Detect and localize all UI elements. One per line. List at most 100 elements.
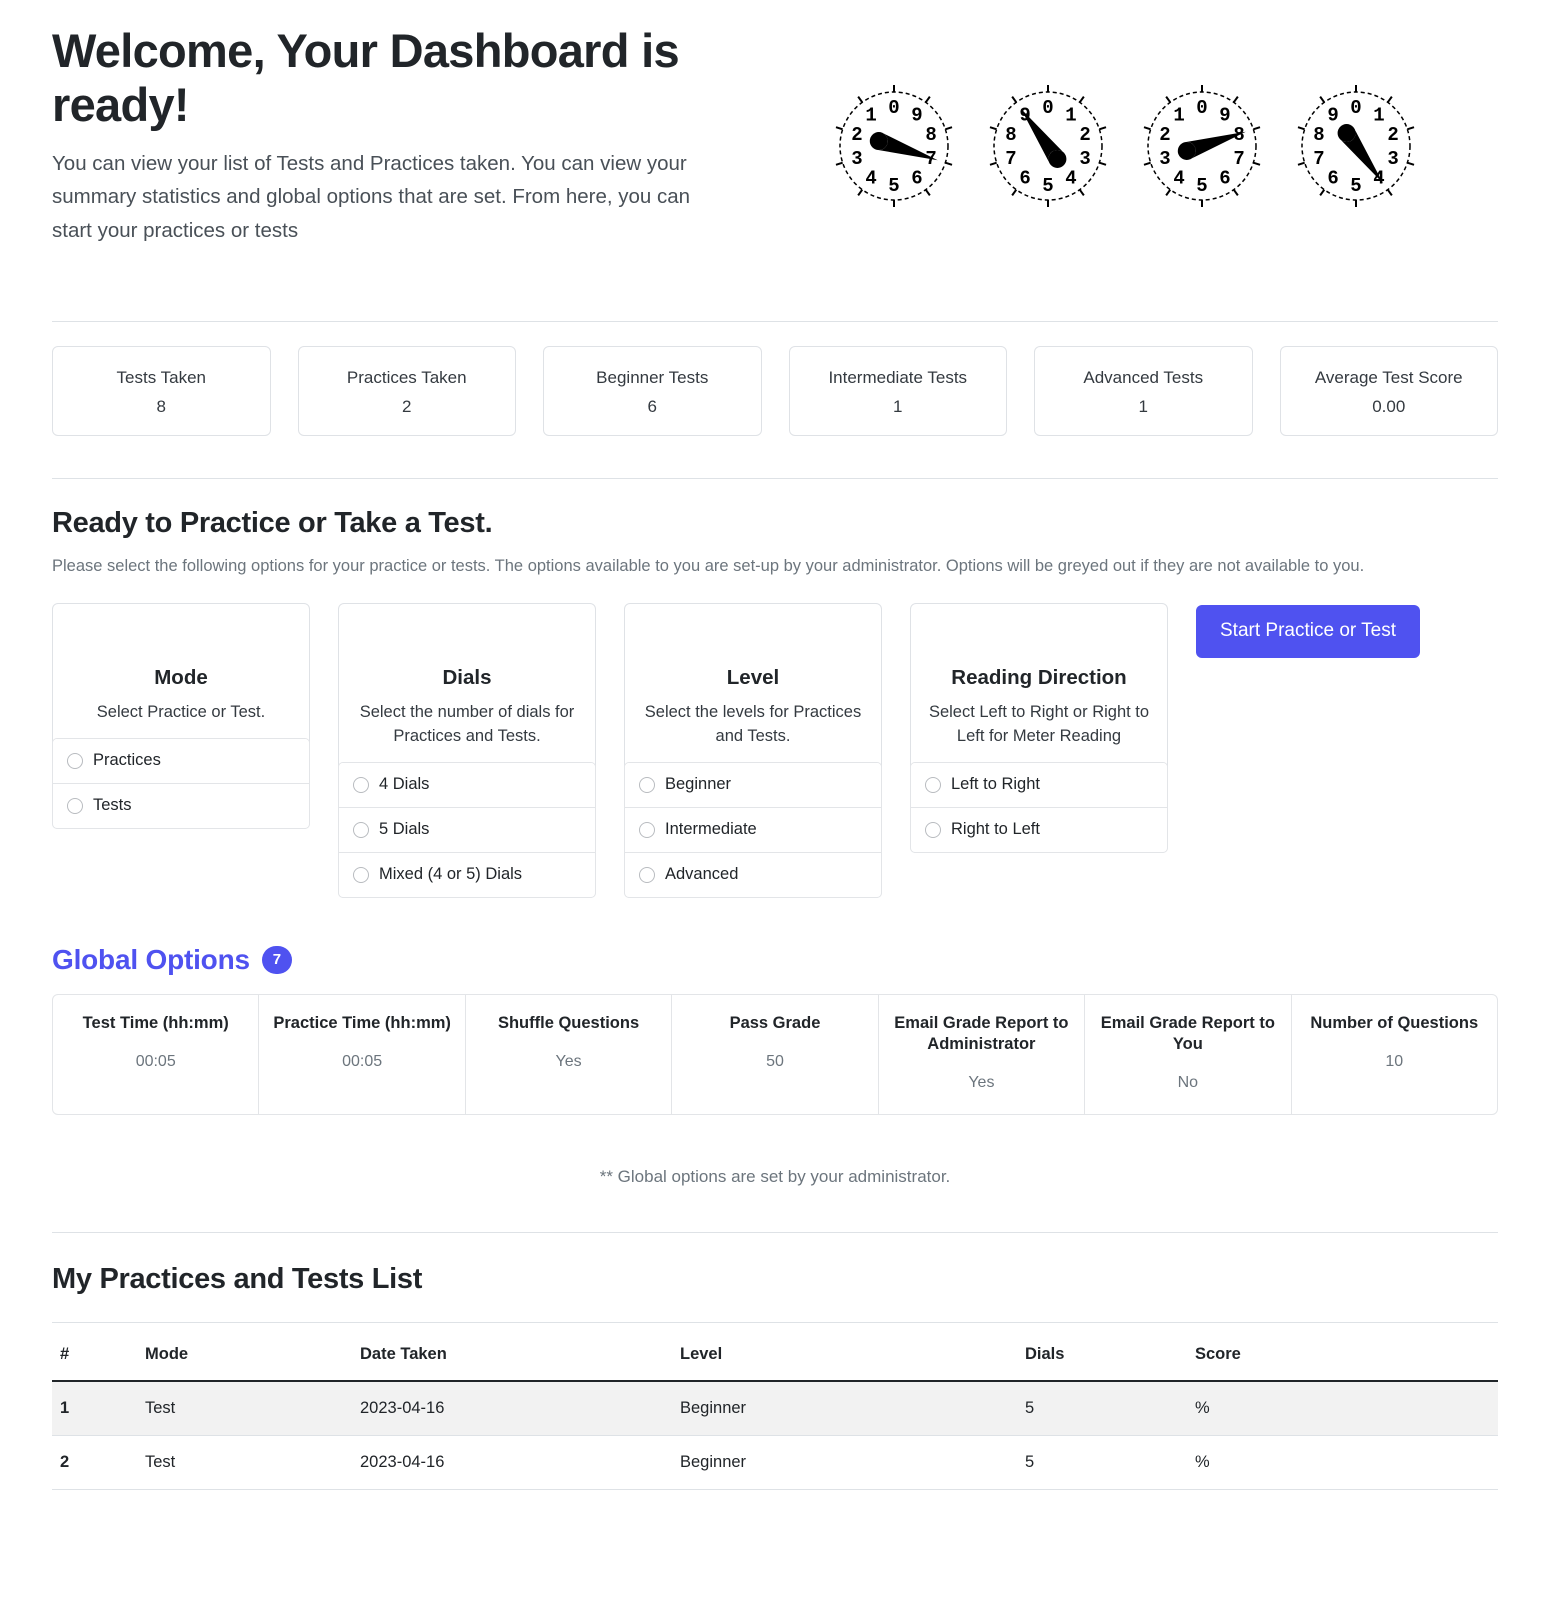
global-option-value: 50 xyxy=(766,1052,784,1070)
option-card-reading-direction: Reading Direction Select Left to Right o… xyxy=(910,603,1168,853)
dial-4: 0123456789 xyxy=(1297,85,1415,207)
table-row[interactable]: 1 Test 2023-04-16 Beginner 5 % xyxy=(52,1380,1498,1436)
stat-label: Intermediate Tests xyxy=(828,367,968,387)
global-option-value: 00:05 xyxy=(135,1052,176,1070)
global-option-value: Yes xyxy=(555,1052,582,1070)
global-option-label: Practice Time (hh:mm) xyxy=(273,1013,451,1032)
stat-card: Intermediate Tests 1 xyxy=(788,345,1007,436)
option-card-level: Level Select the levels for Practices an… xyxy=(624,603,882,898)
global-option-cell: Pass Grade 50 xyxy=(671,994,877,1114)
svg-text:7: 7 xyxy=(1233,148,1244,170)
option-cards-row: Mode Select Practice or Test. Practices … xyxy=(52,603,1498,898)
stat-card: Tests Taken 8 xyxy=(52,345,271,436)
svg-text:1: 1 xyxy=(1173,104,1184,126)
dial-2: 0123456789 xyxy=(989,85,1107,207)
stat-value: 0.00 xyxy=(1372,397,1406,417)
radio-button-icon[interactable] xyxy=(639,777,655,794)
start-practice-or-test-button[interactable]: Start Practice or Test xyxy=(1196,605,1420,659)
radio-option-advanced[interactable]: Advanced xyxy=(625,851,881,897)
radio-option-practices[interactable]: Practices xyxy=(53,739,309,784)
global-option-cell: Test Time (hh:mm) 00:05 xyxy=(53,995,258,1114)
radio-button-icon[interactable] xyxy=(639,866,655,883)
cell-score: % xyxy=(1187,1435,1498,1490)
svg-text:5: 5 xyxy=(1350,175,1361,197)
start-button-wrapper: Start Practice or Test xyxy=(1196,603,1420,659)
option-card-body: Dials Select the number of dials for Pra… xyxy=(339,604,595,762)
radio-button-icon[interactable] xyxy=(925,821,941,838)
radio-option-label: Tests xyxy=(93,796,132,815)
radio-button-icon[interactable] xyxy=(353,866,369,883)
global-options-note: ** Global options are set by your admini… xyxy=(599,1166,951,1186)
stat-label: Average Test Score xyxy=(1314,367,1463,387)
radio-group-mode: Practices Tests xyxy=(52,738,310,829)
svg-text:5: 5 xyxy=(1196,175,1207,197)
radio-option-label: 4 Dials xyxy=(379,775,430,794)
practices-tests-list-section: My Practices and Tests List # Mode Date … xyxy=(0,1233,1550,1490)
svg-text:1: 1 xyxy=(1065,104,1076,126)
radio-button-icon[interactable] xyxy=(353,777,369,794)
svg-text:7: 7 xyxy=(1313,148,1324,170)
stat-label: Practices Taken xyxy=(346,367,467,387)
cell-date-taken: 2023-04-16 xyxy=(352,1380,672,1436)
svg-text:5: 5 xyxy=(888,175,899,197)
svg-text:6: 6 xyxy=(1019,168,1030,190)
radio-button-icon[interactable] xyxy=(353,821,369,838)
page-title: Welcome, Your Dashboard is ready! xyxy=(52,24,680,131)
ready-section: Ready to Practice or Take a Test. Please… xyxy=(0,479,1550,898)
meter-dials-group: 0123456789 0123456789 0123456789 0123456… xyxy=(824,76,1426,216)
option-card-title: Dials xyxy=(442,666,492,690)
svg-text:6: 6 xyxy=(1219,168,1230,190)
option-card-dials: Dials Select the number of dials for Pra… xyxy=(338,603,596,898)
table-header-row: # Mode Date Taken Level Dials Score xyxy=(52,1322,1498,1382)
cell-mode: Test xyxy=(137,1435,352,1490)
radio-button-icon[interactable] xyxy=(925,777,941,794)
hero-text-block: Welcome, Your Dashboard is ready! You ca… xyxy=(52,18,752,247)
column-header-col-date: Date Taken xyxy=(352,1322,672,1382)
option-card-description: Select the levels for Practices and Test… xyxy=(644,703,862,746)
cell-level: Beginner xyxy=(672,1435,1017,1490)
stat-value: 8 xyxy=(156,397,166,417)
global-option-cell: Practice Time (hh:mm) 00:05 xyxy=(258,994,464,1114)
radio-option-4-dials[interactable]: 4 Dials xyxy=(339,763,595,807)
summary-stats-row: Tests Taken 8 Practices Taken 2 Beginner… xyxy=(0,322,1550,436)
radio-option-label: Right to Left xyxy=(951,819,1040,838)
stat-label: Tests Taken xyxy=(116,367,206,387)
radio-option-label: Left to Right xyxy=(951,775,1040,794)
stat-card: Average Test Score 0.00 xyxy=(1279,345,1498,436)
svg-text:0: 0 xyxy=(1042,97,1053,119)
radio-option-label: Intermediate xyxy=(665,819,757,838)
svg-text:7: 7 xyxy=(1005,148,1016,170)
table-row[interactable]: 2 Test 2023-04-16 Beginner 5 % xyxy=(52,1435,1498,1490)
stat-value: 1 xyxy=(1138,397,1148,417)
svg-text:9: 9 xyxy=(1327,104,1338,126)
svg-text:4: 4 xyxy=(1065,168,1076,190)
svg-text:1: 1 xyxy=(1373,104,1384,126)
radio-button-icon[interactable] xyxy=(67,797,83,814)
practices-tests-table: # Mode Date Taken Level Dials Score 1 Te… xyxy=(52,1322,1498,1490)
global-options-count-badge: 7 xyxy=(261,945,292,974)
radio-option-right-to-left[interactable]: Right to Left xyxy=(911,806,1167,852)
svg-text:3: 3 xyxy=(851,148,862,170)
radio-option-beginner[interactable]: Beginner xyxy=(625,763,881,807)
svg-text:5: 5 xyxy=(1042,175,1053,197)
radio-option-5-dials[interactable]: 5 Dials xyxy=(339,806,595,852)
dial-3: 0123456789 xyxy=(1143,85,1261,207)
radio-option-tests[interactable]: Tests xyxy=(53,783,309,828)
svg-text:8: 8 xyxy=(1005,124,1016,146)
stat-label: Beginner Tests xyxy=(596,367,709,387)
radio-button-icon[interactable] xyxy=(67,753,83,770)
column-header-col-level: Level xyxy=(672,1322,1017,1382)
radio-group-level: Beginner Intermediate Advanced xyxy=(624,762,882,898)
radio-option-label: Practices xyxy=(93,751,161,770)
global-option-value: No xyxy=(1177,1073,1199,1091)
svg-text:9: 9 xyxy=(1219,104,1230,126)
radio-option-intermediate[interactable]: Intermediate xyxy=(625,806,881,852)
global-option-label: Number of Questions xyxy=(1310,1013,1479,1032)
option-card-description: Select Left to Right or Right to Left fo… xyxy=(928,703,1150,746)
radio-button-icon[interactable] xyxy=(639,821,655,838)
radio-option-left-to-right[interactable]: Left to Right xyxy=(911,763,1167,807)
svg-text:8: 8 xyxy=(925,124,936,146)
global-option-value: 00:05 xyxy=(342,1052,383,1070)
radio-option-mixed-4-or-5-dials[interactable]: Mixed (4 or 5) Dials xyxy=(339,851,595,897)
svg-text:3: 3 xyxy=(1079,148,1090,170)
